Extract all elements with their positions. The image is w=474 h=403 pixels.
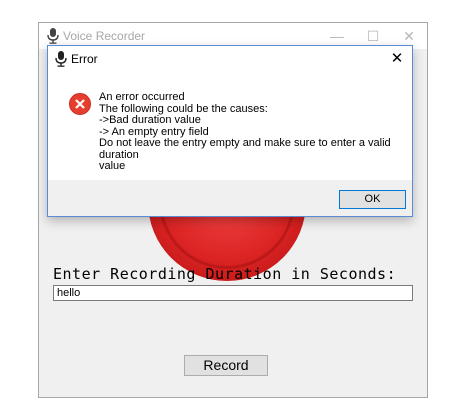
microphone-icon — [47, 28, 59, 44]
duration-label: Enter Recording Duration in Seconds: — [53, 265, 397, 283]
error-dialog: Error ✕ An error occurred The following … — [47, 45, 413, 217]
message-line: value — [99, 160, 126, 172]
microphone-icon — [55, 51, 67, 67]
record-button[interactable]: Record — [184, 355, 268, 376]
error-message: An error occurred The following could be… — [99, 91, 399, 173]
message-line: Do not leave the entry empty and make su… — [99, 137, 394, 161]
dialog-close-button[interactable]: ✕ — [382, 46, 412, 72]
message-line: An error occurred — [99, 91, 185, 103]
message-line: ->Bad duration value — [99, 114, 201, 126]
dialog-body: An error occurred The following could be… — [48, 72, 412, 180]
ok-button[interactable]: OK — [339, 190, 406, 209]
dialog-title-bar[interactable]: Error ✕ — [48, 46, 412, 72]
dialog-footer: OK — [48, 180, 412, 216]
dialog-title: Error — [71, 52, 98, 66]
window-title: Voice Recorder — [63, 29, 146, 43]
duration-input[interactable] — [53, 285, 413, 301]
error-icon — [69, 93, 91, 115]
